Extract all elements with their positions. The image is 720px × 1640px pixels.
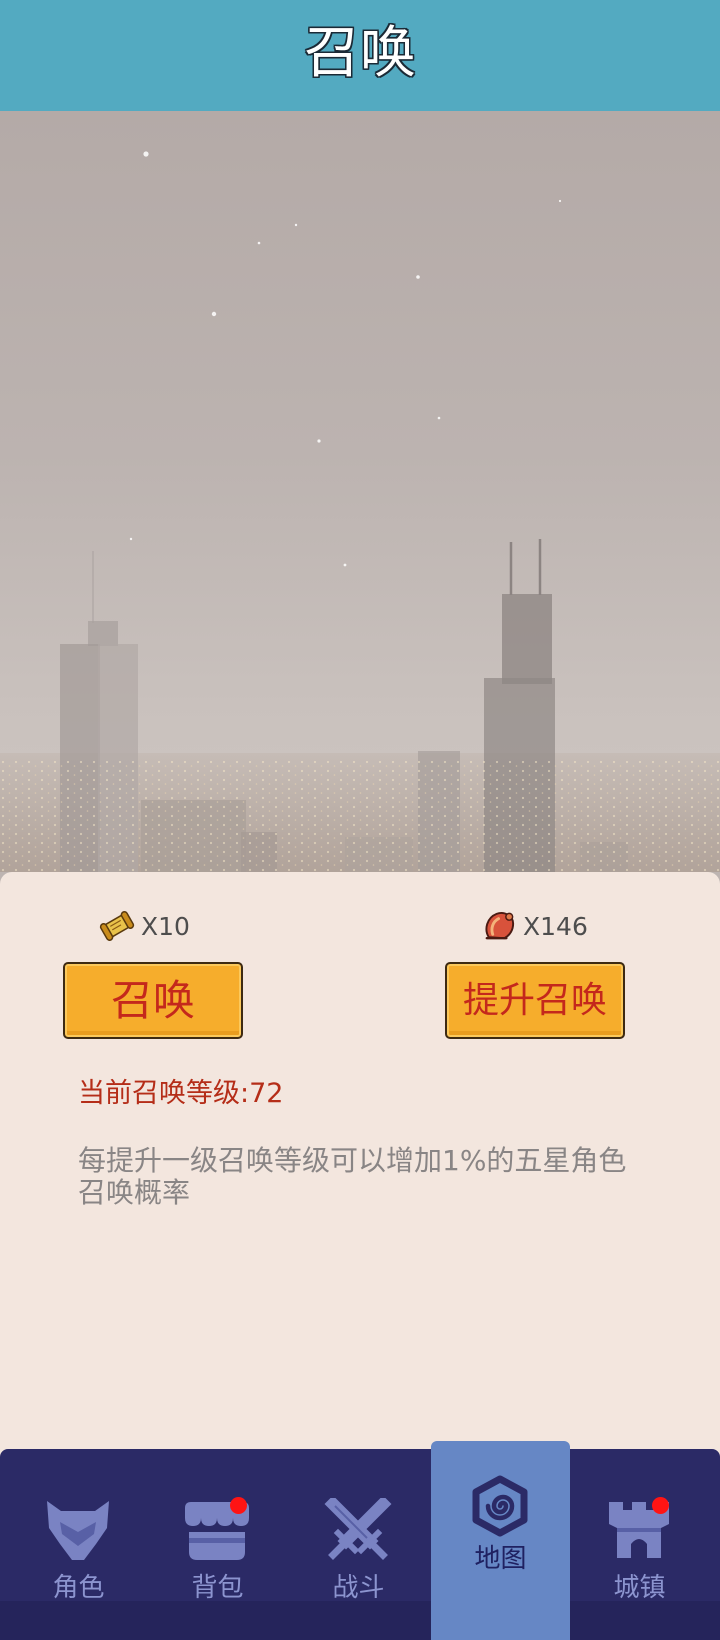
background-cityscape: [0, 111, 720, 872]
scroll-count: X10: [141, 912, 190, 941]
summon-level-label: 当前召唤等级:: [78, 1078, 250, 1109]
city-lights: [0, 761, 720, 872]
page-title: 召唤: [304, 21, 416, 86]
meat-count: X146: [523, 912, 588, 941]
nav-item-role[interactable]: 角色: [9, 1449, 148, 1640]
nav-item-battle[interactable]: 战斗: [289, 1449, 428, 1640]
notification-badge: [652, 1497, 669, 1514]
header-bar: 召唤: [0, 0, 720, 111]
summon-button[interactable]: 召唤: [63, 962, 243, 1039]
meat-icon: [485, 912, 515, 940]
crossed-swords-icon: [324, 1498, 392, 1560]
nav-item-label: 城镇: [613, 1573, 666, 1603]
nav-item-label: 背包: [191, 1573, 244, 1603]
summon-level: 当前召唤等级:72: [78, 1077, 283, 1111]
bottom-nav: 角色 背包 战斗 地图 城镇: [0, 1441, 720, 1640]
notification-badge: [230, 1497, 247, 1514]
summon-level-value: 72: [249, 1078, 284, 1109]
nav-item-label: 战斗: [332, 1573, 385, 1603]
nav-item-label: 角色: [52, 1573, 105, 1603]
nav-item-label: 地图: [474, 1544, 527, 1574]
summon-description: 每提升一级召唤等级可以增加1%的五星角色召唤概率: [78, 1144, 627, 1209]
scroll-icon: [99, 911, 135, 941]
summon-panel: X10 X146 召唤 提升召唤 当前召唤等级:72 每提升一级召唤等级可以增加…: [0, 872, 720, 1462]
scroll-resource: X10: [99, 908, 219, 946]
nav-item-town[interactable]: 城镇: [570, 1449, 709, 1640]
nav-item-backpack[interactable]: 背包: [148, 1449, 287, 1640]
hexagon-spiral-icon: [472, 1475, 528, 1537]
meat-resource: X146: [481, 908, 601, 946]
upgrade-summon-button[interactable]: 提升召唤: [445, 962, 625, 1039]
helmet-icon: [47, 1501, 109, 1560]
nav-item-map[interactable]: 地图: [431, 1449, 570, 1640]
